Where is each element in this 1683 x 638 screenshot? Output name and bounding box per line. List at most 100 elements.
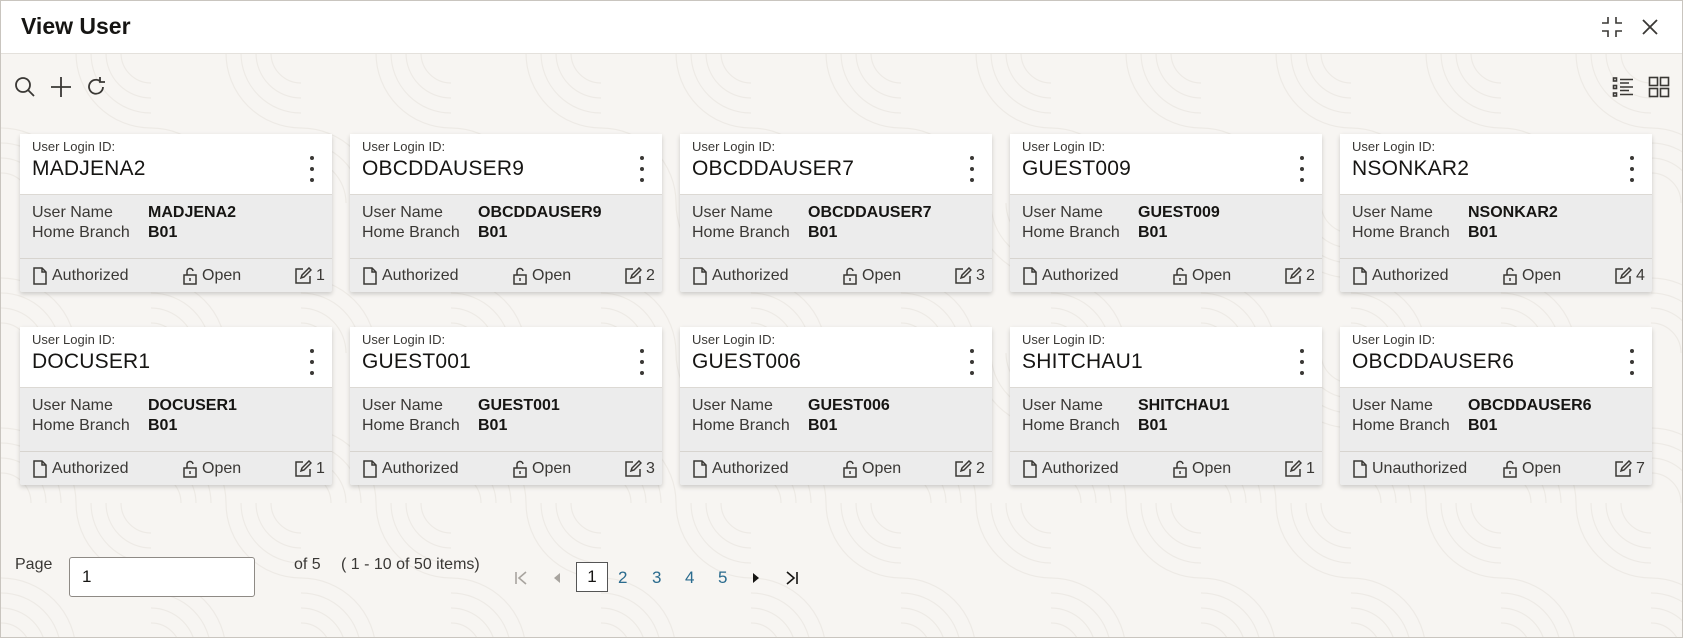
- document-icon: [1023, 267, 1037, 285]
- page-button-4[interactable]: 4: [685, 568, 694, 588]
- user-name-value: DOCUSER1: [148, 397, 237, 414]
- document-icon: [693, 267, 707, 285]
- first-page-icon: [515, 571, 527, 585]
- record-status: Open: [512, 460, 571, 478]
- login-id-value[interactable]: GUEST001: [362, 350, 471, 374]
- grid-view-button[interactable]: [1645, 73, 1673, 101]
- more-actions-button[interactable]: [1296, 349, 1308, 375]
- kebab-dot: [640, 178, 644, 182]
- kebab-dot: [1300, 371, 1304, 375]
- kebab-dot: [1300, 178, 1304, 182]
- record-status: Open: [1502, 460, 1561, 478]
- more-actions-button[interactable]: [1296, 156, 1308, 182]
- authorization-status-text: Authorized: [52, 460, 129, 477]
- card-footer: Authorized Open 3: [350, 451, 662, 486]
- more-actions-button[interactable]: [1626, 349, 1638, 375]
- modification-count: 1: [294, 460, 325, 478]
- more-vertical-icon: [640, 156, 644, 160]
- document-icon: [1023, 460, 1037, 478]
- page-button-1[interactable]: 1: [576, 562, 608, 592]
- login-id-value[interactable]: DOCUSER1: [32, 350, 150, 374]
- kebab-dot: [640, 360, 644, 364]
- record-status-text: Open: [202, 267, 242, 284]
- login-id-value[interactable]: OBCDDAUSER9: [362, 157, 524, 181]
- home-branch-label: Home Branch: [32, 224, 130, 241]
- kebab-dot: [640, 167, 644, 171]
- add-button[interactable]: [47, 73, 75, 101]
- more-actions-button[interactable]: [966, 349, 978, 375]
- login-id-value[interactable]: OBCDDAUSER6: [1352, 350, 1514, 374]
- authorization-status-text: Authorized: [1042, 267, 1119, 284]
- refresh-button[interactable]: [82, 73, 110, 101]
- kebab-dot: [970, 360, 974, 364]
- more-actions-button[interactable]: [306, 349, 318, 375]
- record-status-text: Open: [202, 460, 242, 477]
- modification-count-text: 1: [1306, 460, 1315, 477]
- login-id-value[interactable]: GUEST009: [1022, 157, 1131, 181]
- card-header: User Login ID: DOCUSER1: [20, 327, 332, 388]
- home-branch-label: Home Branch: [1352, 224, 1450, 241]
- more-vertical-icon: [1630, 156, 1634, 160]
- user-card[interactable]: User Login ID: OBCDDAUSER9 User Name OBCDDA…: [350, 134, 662, 292]
- login-id-label: User Login ID:: [1352, 139, 1436, 154]
- search-icon: [15, 77, 35, 97]
- record-status-text: Open: [532, 460, 572, 477]
- modification-count: 1: [294, 267, 325, 285]
- authorization-status: Authorized: [1022, 267, 1119, 285]
- page-button-2[interactable]: 2: [618, 568, 627, 588]
- page-button-5[interactable]: 5: [718, 568, 727, 588]
- close-window-button[interactable]: [1637, 14, 1663, 40]
- next-page-icon: [753, 573, 759, 583]
- page-button-3[interactable]: 3: [652, 568, 661, 588]
- list-view-button[interactable]: [1609, 73, 1637, 101]
- card-footer: Authorized Open 2: [680, 451, 992, 486]
- search-button[interactable]: [11, 73, 39, 101]
- page-title: View User: [21, 13, 131, 39]
- login-id-value[interactable]: MADJENA2: [32, 157, 146, 181]
- unlock-icon: [1173, 267, 1187, 285]
- user-card[interactable]: User Login ID: OBCDDAUSER6 User Name OBCDDA…: [1340, 327, 1652, 485]
- more-actions-button[interactable]: [966, 156, 978, 182]
- previous-page-icon: [554, 573, 560, 583]
- user-card[interactable]: User Login ID: GUEST001 User Name GUEST001 H…: [350, 327, 662, 485]
- previous-page-button[interactable]: [547, 568, 567, 588]
- record-status-text: Open: [862, 267, 902, 284]
- kebab-dot: [640, 371, 644, 375]
- login-id-value[interactable]: GUEST006: [692, 350, 801, 374]
- login-id-label: User Login ID:: [692, 139, 776, 154]
- login-id-value[interactable]: NSONKAR2: [1352, 157, 1469, 181]
- more-actions-button[interactable]: [636, 156, 648, 182]
- user-card[interactable]: User Login ID: GUEST009 User Name GUEST009 H…: [1010, 134, 1322, 292]
- user-card[interactable]: User Login ID: DOCUSER1 User Name DOCUSER1 H…: [20, 327, 332, 485]
- user-name-value: OBCDDAUSER6: [1468, 397, 1592, 414]
- next-page-button[interactable]: [746, 568, 766, 588]
- edit-icon: [955, 460, 972, 477]
- kebab-dot: [1630, 167, 1634, 171]
- user-name-label: User Name: [362, 397, 443, 414]
- card-header: User Login ID: OBCDDAUSER7: [680, 134, 992, 195]
- login-id-value[interactable]: OBCDDAUSER7: [692, 157, 854, 181]
- page-number-input[interactable]: 1: [69, 557, 255, 597]
- last-page-button[interactable]: [782, 568, 802, 588]
- user-card[interactable]: User Login ID: MADJENA2 User Name MADJENA2 H…: [20, 134, 332, 292]
- more-actions-button[interactable]: [1626, 156, 1638, 182]
- document-icon: [1353, 267, 1367, 285]
- first-page-button[interactable]: [511, 568, 531, 588]
- minimize-window-button[interactable]: [1599, 14, 1625, 40]
- more-actions-button[interactable]: [636, 349, 648, 375]
- user-name-value: SHITCHAU1: [1138, 397, 1230, 414]
- user-card[interactable]: User Login ID: GUEST006 User Name GUEST006 H…: [680, 327, 992, 485]
- edit-icon: [1285, 267, 1302, 284]
- home-branch-value: B01: [1138, 417, 1168, 434]
- edit-icon: [295, 460, 312, 477]
- card-header: User Login ID: OBCDDAUSER9: [350, 134, 662, 195]
- user-name-label: User Name: [1022, 397, 1103, 414]
- more-vertical-icon: [640, 349, 644, 353]
- more-actions-button[interactable]: [306, 156, 318, 182]
- user-card[interactable]: User Login ID: NSONKAR2 User Name NSONKAR2 H…: [1340, 134, 1652, 292]
- document-icon: [33, 460, 47, 478]
- login-id-value[interactable]: SHITCHAU1: [1022, 350, 1143, 374]
- unlock-icon: [183, 460, 197, 478]
- user-card[interactable]: User Login ID: OBCDDAUSER7 User Name OBCDDA…: [680, 134, 992, 292]
- user-card[interactable]: User Login ID: SHITCHAU1 User Name SHITCHAU…: [1010, 327, 1322, 485]
